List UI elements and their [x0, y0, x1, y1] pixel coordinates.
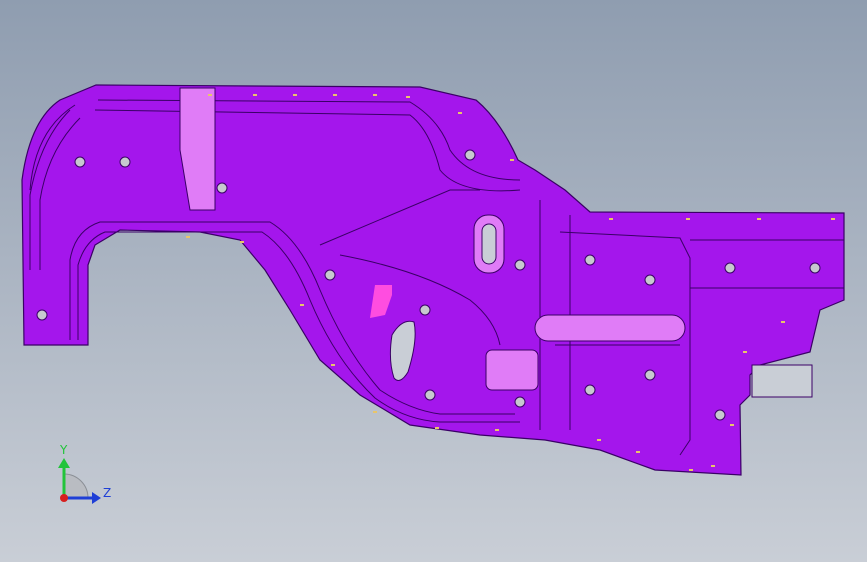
- model-view-svg[interactable]: Y Z: [0, 0, 867, 562]
- hole: [424, 389, 436, 401]
- weld-marker: [373, 411, 377, 413]
- hole: [714, 409, 726, 421]
- hole: [514, 259, 526, 271]
- weld-marker: [373, 94, 377, 96]
- hole: [644, 274, 656, 286]
- horizontal-boss: [534, 314, 686, 342]
- hole: [36, 309, 48, 321]
- weld-marker: [730, 424, 734, 426]
- weld-marker: [510, 159, 514, 161]
- slot-hole: [481, 223, 497, 265]
- hole: [464, 149, 476, 161]
- weld-marker: [208, 94, 212, 96]
- weld-marker: [597, 439, 601, 441]
- weld-marker: [435, 427, 439, 429]
- weld-marker: [636, 451, 640, 453]
- hole: [216, 182, 228, 194]
- weld-marker: [711, 465, 715, 467]
- hole: [324, 269, 336, 281]
- hole: [724, 262, 736, 274]
- weld-marker: [495, 429, 499, 431]
- y-axis-label: Y: [59, 443, 68, 457]
- weld-marker: [609, 218, 613, 220]
- weld-marker: [333, 94, 337, 96]
- weld-marker: [253, 94, 257, 96]
- z-axis-label: Z: [103, 486, 111, 500]
- hole: [584, 254, 596, 266]
- weld-marker: [406, 96, 410, 98]
- weld-marker: [240, 241, 244, 243]
- weld-marker: [186, 236, 190, 238]
- graphics-viewport[interactable]: Y Z: [0, 0, 867, 562]
- hole: [514, 396, 526, 408]
- hole: [809, 262, 821, 274]
- weld-marker: [743, 351, 747, 353]
- weld-marker: [686, 218, 690, 220]
- weld-marker: [781, 321, 785, 323]
- right-step: [751, 364, 813, 398]
- weld-marker: [300, 304, 304, 306]
- weld-marker: [331, 364, 335, 366]
- lower-boss: [485, 349, 539, 391]
- hole: [119, 156, 131, 168]
- hole: [74, 156, 86, 168]
- hole: [644, 369, 656, 381]
- weld-marker: [831, 218, 835, 220]
- x-axis-origin: [60, 494, 68, 502]
- weld-marker: [689, 469, 693, 471]
- weld-marker: [458, 112, 462, 114]
- weld-marker: [757, 218, 761, 220]
- hole: [419, 304, 431, 316]
- hole: [584, 384, 596, 396]
- weld-marker: [293, 94, 297, 96]
